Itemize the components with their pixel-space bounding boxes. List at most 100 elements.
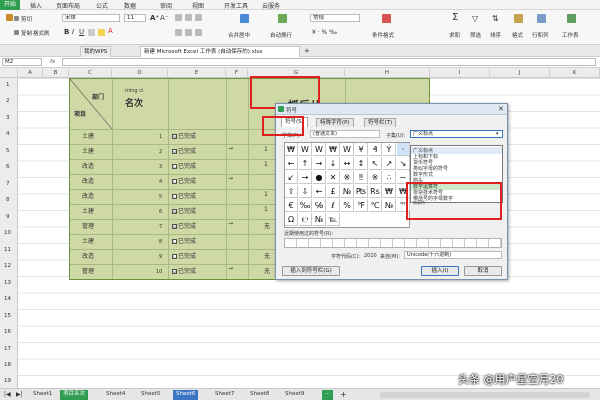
row-2-check[interactable]: ☑已完成 bbox=[172, 146, 196, 155]
sheet-tab-project-rank[interactable]: 项目名次 bbox=[60, 390, 89, 400]
column-header-i[interactable]: I bbox=[430, 68, 490, 78]
worksheet-icon[interactable] bbox=[567, 14, 576, 23]
add-sheet-icon[interactable]: + bbox=[340, 390, 347, 399]
sum-icon[interactable]: Σ bbox=[452, 12, 458, 23]
symbol-cell[interactable]: ↔ bbox=[341, 157, 354, 170]
symbol-cell[interactable]: ⇧ bbox=[285, 185, 298, 198]
paste-icon[interactable] bbox=[6, 14, 13, 21]
menu-developer[interactable]: 开发工具 bbox=[224, 1, 248, 10]
format-icon[interactable] bbox=[514, 14, 523, 23]
symbol-cell[interactable]: W bbox=[341, 143, 354, 156]
formula-input[interactable] bbox=[62, 58, 596, 66]
row-9-check[interactable]: ☐已完成 bbox=[172, 251, 196, 260]
insert-button[interactable]: 插入(I) bbox=[421, 266, 459, 276]
sum-button[interactable]: 求和 bbox=[449, 31, 460, 39]
column-header-e[interactable]: E bbox=[168, 68, 226, 78]
row-header-14[interactable]: 14 bbox=[4, 296, 11, 302]
tab-excel-file[interactable]: 新建 Microsoft Excel 工作表 (自动保存的).xlsx bbox=[140, 46, 300, 57]
symbol-cell[interactable]: ※ bbox=[369, 171, 382, 184]
tab-my-wps[interactable]: 我的WPS bbox=[80, 46, 112, 57]
symbol-cell[interactable]: ↓ bbox=[327, 157, 340, 170]
sheet-tab-sheet1[interactable]: Sheet1 bbox=[30, 390, 55, 400]
row-1-check[interactable]: ☑已完成 bbox=[172, 131, 196, 140]
row-header-8[interactable]: 8 bbox=[6, 197, 10, 203]
symbol-cell[interactable]: £ bbox=[327, 185, 340, 198]
tab-symbol-bar[interactable]: 符号栏(T) bbox=[364, 118, 397, 127]
symbol-cell[interactable]: ℓ bbox=[327, 199, 340, 212]
sheet-tab-sheet5[interactable]: Sheet5 bbox=[138, 390, 163, 400]
font-color-icon[interactable]: A bbox=[108, 27, 113, 35]
sheet-tab-sheet4[interactable]: Sheet4 bbox=[103, 390, 128, 400]
font-name-select[interactable]: 宋体 bbox=[62, 14, 120, 22]
symbol-cell[interactable]: ← bbox=[313, 185, 326, 198]
symbol-cell[interactable]: → bbox=[299, 171, 312, 184]
symbol-cell[interactable]: № bbox=[383, 199, 396, 212]
select-all-corner[interactable] bbox=[0, 68, 18, 78]
symbol-cell[interactable]: ₩ bbox=[285, 143, 298, 156]
symbol-cell[interactable]: ↑ bbox=[299, 157, 312, 170]
menu-start[interactable]: 开始 bbox=[0, 0, 21, 10]
symbol-cell[interactable]: % bbox=[341, 199, 354, 212]
symbol-cell[interactable]: ← bbox=[285, 157, 298, 170]
row-5-check[interactable]: ☐已完成 bbox=[172, 191, 196, 200]
row-col-button[interactable]: 行和列 bbox=[532, 31, 549, 39]
filter-icon[interactable]: ▽ bbox=[472, 14, 478, 23]
column-header-h[interactable]: H bbox=[345, 68, 430, 78]
row-6-check[interactable]: ☑已完成 bbox=[172, 206, 196, 215]
worksheet-button[interactable]: 工作表 bbox=[562, 31, 579, 39]
row-header-2[interactable]: 2 bbox=[6, 98, 10, 104]
symbol-cell[interactable]: ↖ bbox=[369, 157, 382, 170]
number-format-select[interactable]: 常规 bbox=[310, 14, 360, 22]
symbol-cell[interactable]: ↗ bbox=[383, 157, 396, 170]
cell-reference-box[interactable]: M2 bbox=[2, 58, 42, 66]
align-top-icon[interactable] bbox=[175, 14, 182, 21]
symbol-cell[interactable]: ● bbox=[313, 171, 326, 184]
underline-icon[interactable]: U bbox=[79, 28, 84, 36]
symbol-cell[interactable]: ↕ bbox=[355, 157, 368, 170]
symbol-cell[interactable]: ‰ bbox=[299, 199, 312, 212]
symbol-cell[interactable]: ℡ bbox=[327, 213, 340, 226]
wrap-text-button[interactable]: 自动换行 bbox=[270, 31, 292, 39]
symbol-cell[interactable]: ✕ bbox=[327, 171, 340, 184]
symbol-cell[interactable]: ※ bbox=[341, 171, 354, 184]
row-3-check[interactable]: ☐已完成 bbox=[172, 161, 196, 170]
symbol-cell[interactable]: € bbox=[285, 199, 298, 212]
menu-review[interactable]: 审阅 bbox=[160, 1, 172, 10]
subset-select[interactable]: 广义标点 bbox=[410, 130, 503, 138]
italic-icon[interactable]: I bbox=[72, 28, 74, 36]
border-icon[interactable] bbox=[88, 29, 95, 36]
row-7-check[interactable]: ☑已完成 bbox=[172, 221, 196, 230]
row-header-12[interactable]: 12 bbox=[4, 263, 11, 269]
symbol-cell[interactable]: ₰ bbox=[369, 143, 382, 156]
row-header-7[interactable]: 7 bbox=[6, 181, 10, 187]
symbol-cell[interactable]: ₩ bbox=[383, 185, 396, 198]
symbol-cell[interactable]: ℅ bbox=[313, 199, 326, 212]
cut-button[interactable]: 剪切 bbox=[21, 15, 32, 23]
symbol-cell[interactable]: Rs bbox=[369, 185, 382, 198]
symbol-cell[interactable]: Ý bbox=[383, 143, 396, 156]
dialog-titlebar[interactable]: 符号 ✕ bbox=[276, 104, 507, 115]
symbol-cell[interactable]: ₩ bbox=[327, 143, 340, 156]
bold-icon[interactable]: B bbox=[64, 28, 69, 36]
row-header-17[interactable]: 17 bbox=[4, 346, 11, 352]
row-col-icon[interactable] bbox=[537, 14, 546, 23]
close-icon[interactable]: ✕ bbox=[498, 105, 504, 113]
sheet-tab-sheet8[interactable]: Sheet8 bbox=[247, 390, 272, 400]
merge-center-button[interactable]: 合并居中 bbox=[228, 31, 250, 39]
column-header-j[interactable]: J bbox=[490, 68, 550, 78]
symbol-cell[interactable]: ℃ bbox=[369, 199, 382, 212]
grow-font-icon[interactable]: A⁺ bbox=[150, 14, 159, 22]
symbol-cell-selected[interactable]: · bbox=[397, 143, 410, 156]
symbol-cell[interactable]: Ω bbox=[285, 213, 298, 226]
menu-data[interactable]: 数据 bbox=[124, 1, 136, 10]
column-header-a[interactable]: A bbox=[18, 68, 43, 78]
copy-button[interactable]: 复制 bbox=[21, 29, 32, 37]
format-painter-button[interactable]: 格式刷 bbox=[33, 29, 50, 37]
menu-cloud[interactable]: 云服务 bbox=[262, 1, 280, 10]
symbol-cell[interactable]: № bbox=[341, 185, 354, 198]
symbol-cell[interactable]: ↙ bbox=[285, 171, 298, 184]
conditional-format-icon[interactable] bbox=[382, 14, 391, 23]
symbol-cell[interactable]: → bbox=[313, 157, 326, 170]
last-sheet-icon[interactable]: ▶| bbox=[16, 391, 23, 398]
sheet-tab-sheet7[interactable]: Sheet7 bbox=[212, 390, 237, 400]
